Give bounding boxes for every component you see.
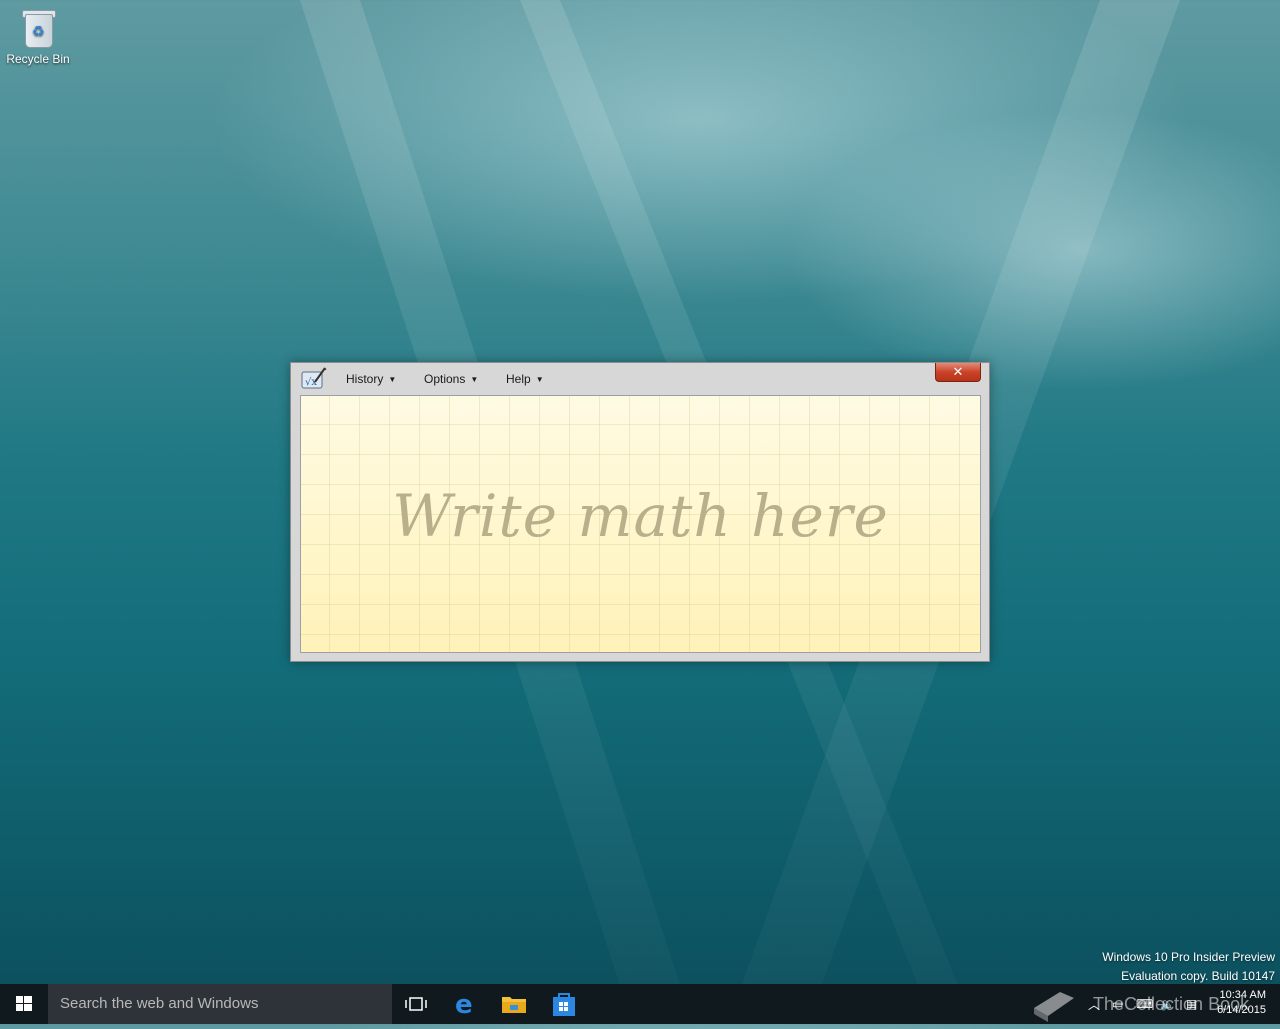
menu-help[interactable]: Help ▼ [506, 372, 544, 386]
task-view-button[interactable] [392, 984, 440, 1024]
menu-options[interactable]: Options ▼ [424, 372, 478, 386]
svg-text:e: e [455, 991, 473, 1017]
title-bar[interactable]: √x History ▼ Options ▼ Help ▼ ✕ [291, 363, 989, 393]
close-icon: ✕ [952, 364, 964, 379]
task-view-icon [405, 997, 427, 1011]
svg-text:√x: √x [305, 377, 317, 388]
file-explorer-icon [502, 997, 526, 1013]
math-input-panel-window: √x History ▼ Options ▼ Help ▼ ✕ Write math … [290, 362, 990, 662]
store-button[interactable] [540, 984, 588, 1024]
brand-text: TheCollection Book [1093, 993, 1250, 1014]
chevron-down-icon: ▼ [470, 375, 479, 384]
search-box[interactable]: Search the web and Windows [48, 984, 392, 1024]
book-logo-icon [1034, 992, 1074, 1022]
chevron-down-icon: ▼ [535, 375, 544, 384]
writing-area[interactable]: Write math here [300, 395, 981, 653]
edge-icon: e [455, 991, 473, 1017]
file-explorer-button[interactable] [490, 984, 538, 1024]
recycle-bin-icon: ♻ [21, 8, 56, 48]
windows-logo-icon [16, 996, 32, 1011]
menu-history[interactable]: History ▼ [346, 372, 396, 386]
watermark-build: Evaluation copy. Build 10147 [1121, 969, 1275, 983]
chevron-down-icon: ▼ [388, 375, 397, 384]
brand-watermark: TheCollection Book [1030, 988, 1260, 1022]
edge-button[interactable]: e [442, 984, 490, 1024]
writing-area-placeholder: Write math here [392, 482, 889, 550]
math-input-panel-icon: √x [301, 367, 327, 389]
desktop-icon-label: Recycle Bin [6, 52, 70, 66]
watermark-edition: Windows 10 Pro Insider Preview [1102, 950, 1275, 964]
start-button[interactable] [0, 984, 48, 1024]
store-icon [553, 993, 575, 1016]
desktop-icon-recycle-bin[interactable]: ♻ Recycle Bin [6, 8, 70, 66]
close-button[interactable]: ✕ [935, 363, 981, 382]
